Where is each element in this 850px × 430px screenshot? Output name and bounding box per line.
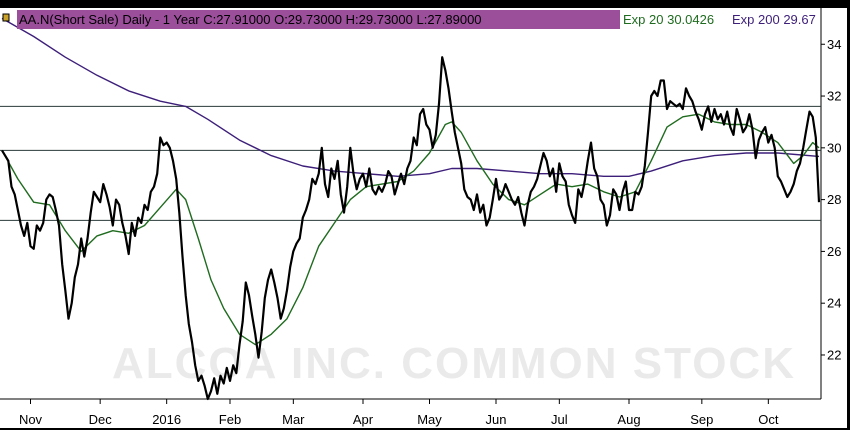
x-tick-label-mar: Mar [282, 412, 305, 427]
x-tick-label-may: May [417, 412, 442, 427]
x-tick-label-nov: Nov [19, 412, 43, 427]
x-tick-label-dec: Dec [89, 412, 113, 427]
y-tick-label-22: 22 [827, 347, 841, 362]
chart-title: AA.N(Short Sale) Daily - 1 Year C:27.910… [19, 12, 482, 27]
x-tick-label-oct: Oct [758, 412, 779, 427]
corner-icon[interactable] [2, 13, 10, 22]
x-tick-label-apr: Apr [353, 412, 374, 427]
y-tick-label-30: 30 [827, 140, 841, 155]
y-tick-label-34: 34 [827, 37, 841, 52]
x-tick-label-jul: Jul [551, 412, 568, 427]
y-tick-label-32: 32 [827, 89, 841, 104]
y-tick-label-26: 26 [827, 244, 841, 259]
x-tick-label-aug: Aug [617, 412, 640, 427]
price-chart: ALCOA INC. COMMON STOCK 22242628303234 N… [0, 0, 850, 430]
x-tick-label-2016: 2016 [152, 412, 181, 427]
legend-ema200: Exp 200 29.67 [732, 12, 816, 27]
x-tick-label-sep: Sep [690, 412, 713, 427]
x-tick-label-jun: Jun [486, 412, 507, 427]
x-tick-label-feb: Feb [219, 412, 241, 427]
legend-ema20: Exp 20 30.0426 [623, 12, 714, 27]
y-tick-label-24: 24 [827, 296, 841, 311]
y-tick-label-28: 28 [827, 192, 841, 207]
